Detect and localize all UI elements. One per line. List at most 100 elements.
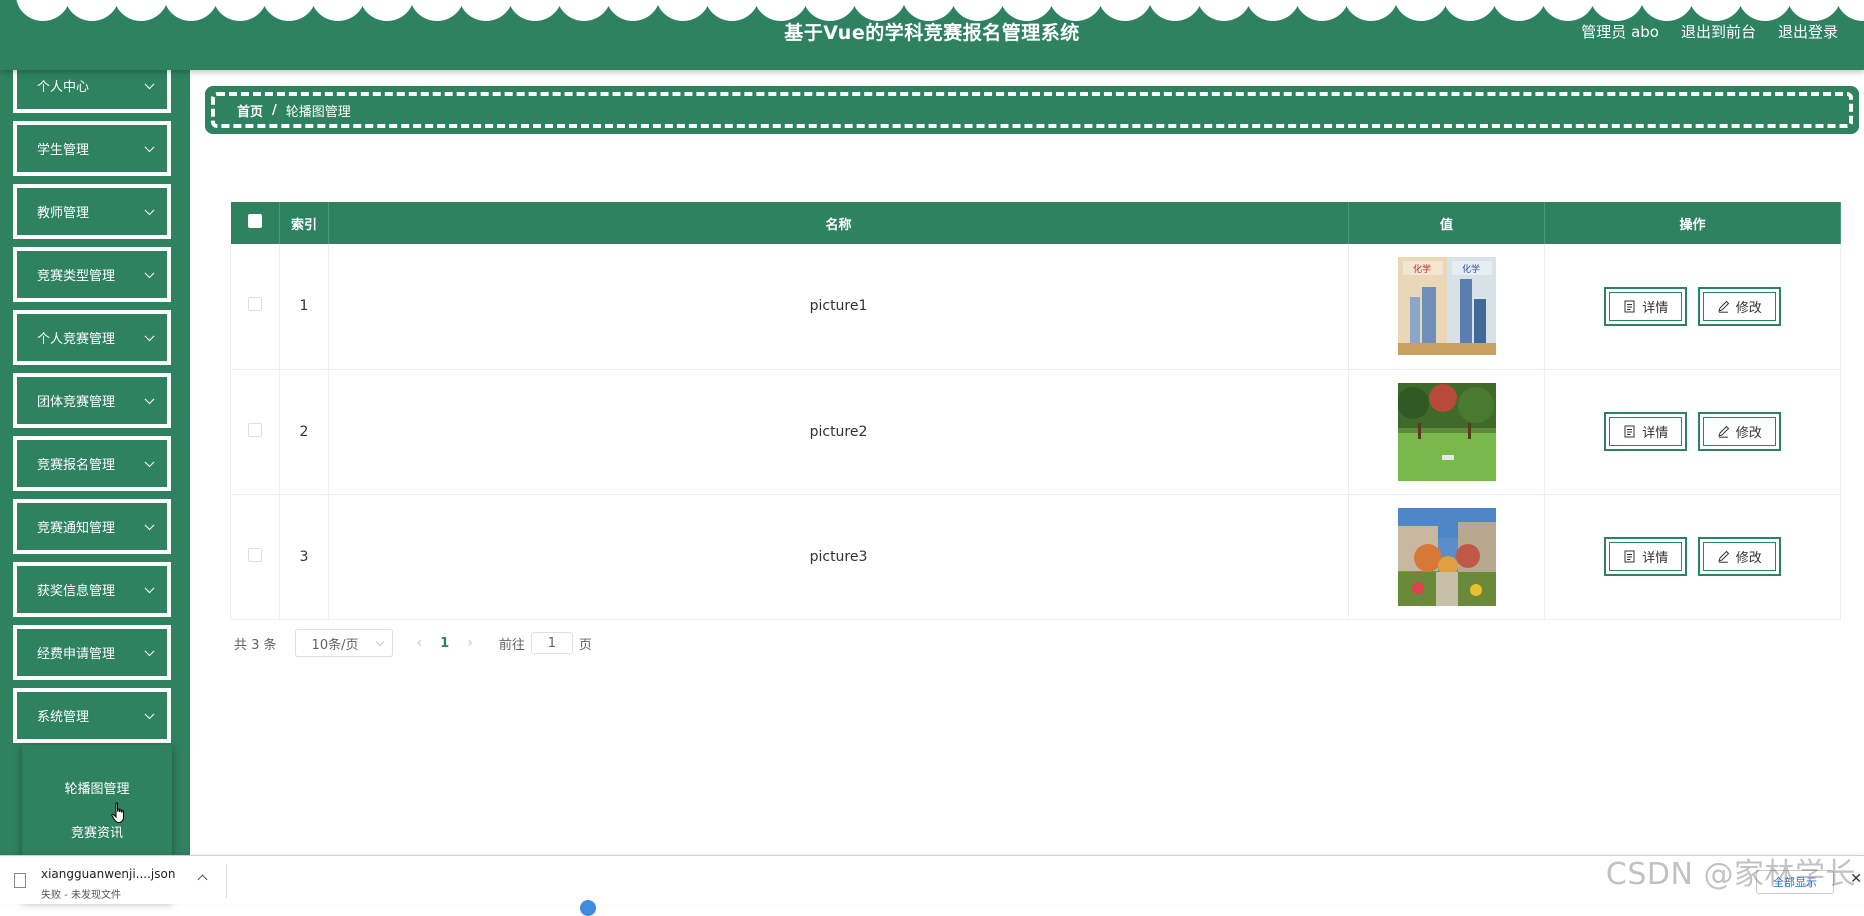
breadcrumb-separator: / xyxy=(272,102,277,118)
row-actions-cell: 详情 修改 xyxy=(1544,244,1841,370)
menu-student-management[interactable]: 学生管理 xyxy=(13,121,171,176)
detail-label: 详情 xyxy=(1642,551,1669,566)
chevron-down-icon xyxy=(144,204,155,215)
row-checkbox-cell xyxy=(230,494,280,620)
chevron-up-icon[interactable] xyxy=(197,874,208,885)
row-checkbox-cell xyxy=(230,369,280,495)
menu-label: 个人中心 xyxy=(37,80,90,95)
row-name: picture1 xyxy=(328,244,1349,370)
row-checkbox[interactable] xyxy=(248,422,262,437)
menu-label: 竞赛报名管理 xyxy=(37,458,116,473)
exit-to-front-link[interactable]: 退出到前台 xyxy=(1681,21,1756,42)
chevron-down-icon xyxy=(144,393,155,404)
table-header-row: 索引 名称 值 操作 xyxy=(230,202,1841,244)
menu-personal-center[interactable]: 个人中心 xyxy=(13,70,171,113)
pagination: 共 3 条 10条/页 ‹ 1 › 前往 页 xyxy=(234,629,592,657)
download-bar: xiangguanwenji....json 失败 - 未发现文件 全部显示 ✕ xyxy=(0,855,1864,916)
select-all-checkbox[interactable] xyxy=(247,214,262,228)
row-checkbox[interactable] xyxy=(248,547,262,562)
chevron-down-icon xyxy=(144,330,155,341)
goto-suffix: 页 xyxy=(578,637,592,653)
chevron-down-icon xyxy=(144,708,155,719)
menu-label: 竞赛类型管理 xyxy=(37,269,116,284)
chevron-down-icon xyxy=(144,519,155,530)
menu-label: 团体竞赛管理 xyxy=(37,395,116,410)
detail-button[interactable]: 详情 xyxy=(1604,286,1688,326)
row-value-cell xyxy=(1348,494,1545,620)
menu-label: 学生管理 xyxy=(37,143,90,158)
svg-text:化学: 化学 xyxy=(1462,263,1480,275)
pagination-total: 共 3 条 xyxy=(234,637,277,653)
pencil-icon xyxy=(1717,425,1729,438)
goto-page-input[interactable] xyxy=(530,632,573,654)
edit-button[interactable]: 修改 xyxy=(1697,537,1781,576)
page-number-current[interactable]: 1 xyxy=(440,636,449,651)
header-links: 管理员 abo 退出到前台 退出登录 xyxy=(1581,21,1838,42)
menu-individual-competition-management[interactable]: 个人竞赛管理 xyxy=(13,310,171,365)
document-icon xyxy=(1624,300,1635,313)
row-checkbox[interactable] xyxy=(248,297,262,312)
menu-team-competition-management[interactable]: 团体竞赛管理 xyxy=(13,373,171,428)
menu-teacher-management[interactable]: 教师管理 xyxy=(13,184,171,239)
edit-button[interactable]: 修改 xyxy=(1697,412,1781,451)
page-size-value: 10条/页 xyxy=(311,637,359,653)
breadcrumb-home[interactable]: 首页 xyxy=(237,101,263,120)
breadcrumb-current: 轮播图管理 xyxy=(285,104,351,120)
row-checkbox-cell xyxy=(230,244,280,370)
submenu-carousel-management[interactable]: 轮播图管理 xyxy=(22,765,172,809)
svg-text:化学: 化学 xyxy=(1413,263,1431,275)
circle-indicator-icon xyxy=(580,900,596,916)
next-page-button[interactable]: › xyxy=(467,635,473,651)
select-all-cell xyxy=(230,202,280,244)
row-actions-cell: 详情 修改 xyxy=(1544,494,1841,620)
document-icon xyxy=(1624,550,1635,563)
menu-system-management[interactable]: 系统管理 xyxy=(13,688,171,743)
menu-funding-management[interactable]: 经费申请管理 xyxy=(13,625,171,680)
document-icon xyxy=(1624,425,1635,438)
breadcrumb: 首页 / 轮播图管理 xyxy=(205,86,1859,134)
hand-cursor-icon xyxy=(111,802,124,824)
menu-award-management[interactable]: 获奖信息管理 xyxy=(13,562,171,617)
chevron-down-icon xyxy=(375,637,384,647)
row-value-cell: 化学 化学 xyxy=(1348,244,1545,370)
pencil-icon xyxy=(1717,550,1729,563)
prev-page-button[interactable]: ‹ xyxy=(417,635,423,651)
detail-label: 详情 xyxy=(1642,300,1669,316)
edit-label: 修改 xyxy=(1735,551,1762,566)
row-name: picture3 xyxy=(328,494,1349,620)
chevron-down-icon xyxy=(144,141,155,152)
download-divider xyxy=(226,864,227,898)
watermark-text: CSDN @家林学长 xyxy=(1605,857,1856,892)
table-row: 3 picture3 详情 修改 xyxy=(230,494,1841,620)
column-header-index: 索引 xyxy=(279,202,329,244)
detail-button[interactable]: 详情 xyxy=(1604,412,1688,451)
campus-garden-picture[interactable] xyxy=(1397,507,1496,606)
column-header-actions: 操作 xyxy=(1544,202,1841,244)
column-header-value: 值 xyxy=(1348,202,1545,244)
menu-competition-type-management[interactable]: 竞赛类型管理 xyxy=(13,247,171,302)
menu-label: 个人竞赛管理 xyxy=(37,332,116,347)
chevron-down-icon xyxy=(144,645,155,656)
edit-button[interactable]: 修改 xyxy=(1697,286,1781,326)
menu-label: 系统管理 xyxy=(37,710,90,725)
page-size-select[interactable]: 10条/页 xyxy=(294,629,393,657)
row-index: 1 xyxy=(279,244,329,370)
chevron-down-icon xyxy=(144,78,155,89)
submenu-competition-news[interactable]: 竞赛资讯 xyxy=(22,809,172,853)
file-icon xyxy=(14,873,26,888)
admin-user-label[interactable]: 管理员 abo xyxy=(1581,21,1659,42)
book-cover-picture[interactable]: 化学 化学 xyxy=(1397,257,1496,356)
menu-label: 教师管理 xyxy=(37,206,90,221)
menu-label: 经费申请管理 xyxy=(37,647,116,662)
menu-notice-management[interactable]: 竞赛通知管理 xyxy=(13,499,171,554)
campus-lawn-picture[interactable] xyxy=(1397,382,1496,481)
chevron-down-icon xyxy=(144,582,155,593)
chevron-down-icon xyxy=(144,456,155,467)
row-index: 2 xyxy=(279,369,329,495)
edit-label: 修改 xyxy=(1735,426,1762,441)
download-file-name[interactable]: xiangguanwenji....json xyxy=(41,867,175,881)
goto-prefix: 前往 xyxy=(498,637,525,653)
detail-button[interactable]: 详情 xyxy=(1604,537,1688,576)
logout-link[interactable]: 退出登录 xyxy=(1778,21,1838,42)
menu-registration-management[interactable]: 竞赛报名管理 xyxy=(13,436,171,491)
